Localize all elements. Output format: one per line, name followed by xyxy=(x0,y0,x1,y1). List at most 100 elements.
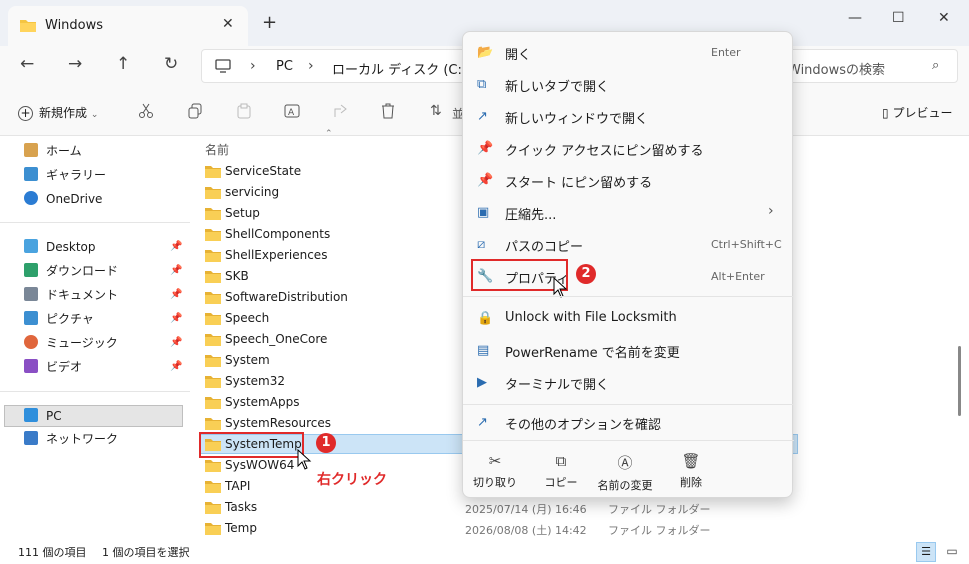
sidebar-item-pictures[interactable]: ピクチャ xyxy=(24,309,94,329)
step-badge-1: 1 xyxy=(316,433,336,453)
sidebar-item-music[interactable]: ミュージック xyxy=(24,333,118,353)
document-icon xyxy=(24,287,38,301)
file-row[interactable]: Speech_OneCore xyxy=(200,329,455,350)
close-window-button[interactable]: ✕ xyxy=(938,10,950,26)
paste-icon[interactable] xyxy=(236,103,252,122)
sidebar-item-onedrive[interactable]: OneDrive xyxy=(24,189,102,209)
delete-button[interactable]: 🗑 削除 xyxy=(659,450,723,494)
new-tab-button[interactable]: + xyxy=(262,12,277,33)
menu-item-file-locksmith[interactable]: 🔒 Unlock with File Locksmith xyxy=(463,302,794,334)
refresh-icon[interactable]: ↻ xyxy=(164,54,178,74)
sidebar-item-label: ネットワーク xyxy=(46,432,119,446)
file-name: servicing xyxy=(225,185,280,199)
file-row[interactable]: SoftwareDistribution xyxy=(200,287,455,308)
sidebar-item-home[interactable]: ホーム xyxy=(24,141,82,161)
copy-icon[interactable] xyxy=(187,103,203,122)
pin-icon: 📌 xyxy=(477,141,494,156)
menu-item-open-new-tab[interactable]: ⧉ 新しいタブで開く xyxy=(463,68,794,100)
menu-item-pin-quick-access[interactable]: 📌 クイック アクセスにピン留めする xyxy=(463,132,794,164)
pc-icon xyxy=(215,59,231,76)
rename-icon: Ⓐ xyxy=(617,454,633,472)
sidebar-item-gallery[interactable]: ギャラリー xyxy=(24,165,106,185)
file-row[interactable]: servicing xyxy=(200,182,455,203)
mouse-cursor-icon xyxy=(297,449,312,470)
file-row[interactable]: Tasks xyxy=(200,497,455,518)
sidebar-item-label: ダウンロード xyxy=(46,264,119,278)
file-row[interactable]: System xyxy=(200,350,455,371)
file-type: ファイル フォルダー xyxy=(608,503,711,516)
tab-windows[interactable]: Windows ✕ xyxy=(8,6,248,46)
file-row[interactable]: ShellComponents xyxy=(200,224,455,245)
sidebar-item-label: OneDrive xyxy=(46,192,103,206)
file-row[interactable]: Temp xyxy=(200,518,455,539)
menu-item-terminal[interactable]: ▶ ターミナルで開く xyxy=(463,366,794,398)
preview-button[interactable]: ▯ プレビュー xyxy=(882,104,952,121)
menu-item-powerrename[interactable]: ▤ PowerRename で名前を変更 xyxy=(463,334,794,366)
file-row[interactable]: SystemApps xyxy=(200,392,455,413)
file-row[interactable]: ShellExperiences xyxy=(200,245,455,266)
pin-icon[interactable]: 📌 xyxy=(170,361,182,372)
gallery-icon xyxy=(24,167,38,181)
menu-item-label: Unlock with File Locksmith xyxy=(505,310,677,325)
back-icon[interactable]: ← xyxy=(20,54,34,74)
file-row[interactable]: ServiceState xyxy=(200,161,455,182)
file-row[interactable]: System32 xyxy=(200,371,455,392)
rename-button[interactable]: Ⓐ 名前の変更 xyxy=(593,450,657,494)
cut-button[interactable]: ✂ 切り取り xyxy=(463,450,527,494)
scrollbar-thumb[interactable] xyxy=(958,346,961,416)
shortcut-key: Ctrl+Shift+C xyxy=(711,238,782,251)
maximize-button[interactable]: ☐ xyxy=(892,10,905,26)
sidebar-item-desktop[interactable]: Desktop xyxy=(24,237,96,257)
sidebar-item-documents[interactable]: ドキュメント xyxy=(24,285,118,305)
details-view-icon[interactable]: ☰ xyxy=(916,542,936,562)
menu-item-open-new-window[interactable]: ↗ 新しいウィンドウで開く xyxy=(463,100,794,132)
menu-item-pin-start[interactable]: 📌 スタート にピン留めする xyxy=(463,164,794,196)
breadcrumb-pc[interactable]: PC xyxy=(276,59,293,74)
cut-icon[interactable] xyxy=(138,103,154,122)
pin-icon[interactable]: 📌 xyxy=(170,337,182,348)
trash-icon: 🗑 xyxy=(681,452,701,470)
sidebar-item-network[interactable]: ネットワーク xyxy=(24,429,118,449)
breadcrumb-local-disk[interactable]: ローカル ディスク (C:) xyxy=(332,59,467,78)
new-button[interactable]: + 新規作成 ⌄ xyxy=(18,104,98,121)
context-menu: 📂 開く Enter ⧉ 新しいタブで開く ↗ 新しいウィンドウで開く 📌 クイック アクセスに… xyxy=(462,31,794,498)
new-label: 新規作成 xyxy=(39,106,88,120)
file-row[interactable]: SystemResources xyxy=(200,413,455,434)
search-box[interactable]: Windowsの検索 ⌕ xyxy=(781,49,958,83)
sidebar-item-downloads[interactable]: ダウンロード xyxy=(24,261,118,281)
rename-icon[interactable]: A xyxy=(284,103,300,122)
menu-item-label: ターミナルで開く xyxy=(505,378,610,393)
sidebar-item-pc[interactable]: PC xyxy=(24,406,62,426)
menu-item-copy-path[interactable]: ⧄ パスのコピー Ctrl+Shift+C xyxy=(463,228,794,260)
menu-item-more-options[interactable]: ↗ その他のオプションを確認 xyxy=(463,406,794,438)
right-click-label: 右クリック xyxy=(317,472,387,488)
pin-icon[interactable]: 📌 xyxy=(170,289,182,300)
tiles-view-icon[interactable]: ▭ xyxy=(942,542,962,562)
forward-icon[interactable]: → xyxy=(68,54,82,74)
highlight-box-systemtemp xyxy=(199,432,304,458)
file-row[interactable]: SKB xyxy=(200,266,455,287)
pin-icon[interactable]: 📌 xyxy=(170,313,182,324)
delete-icon[interactable] xyxy=(380,103,396,122)
minimize-button[interactable]: — xyxy=(848,10,862,26)
sort-icon[interactable]: ⇅ xyxy=(430,103,442,119)
search-icon[interactable]: ⌕ xyxy=(932,58,939,73)
file-row[interactable]: Setup xyxy=(200,203,455,224)
address-bar[interactable]: › PC › ローカル ディスク (C:) xyxy=(201,49,481,83)
sidebar-item-videos[interactable]: ビデオ xyxy=(24,357,82,377)
column-header-name[interactable]: 名前 xyxy=(205,141,229,158)
close-tab-icon[interactable]: ✕ xyxy=(222,16,234,32)
menu-item-open[interactable]: 📂 開く Enter xyxy=(463,36,794,68)
pin-icon[interactable]: 📌 xyxy=(170,265,182,276)
menu-separator xyxy=(463,404,794,405)
menu-item-compress[interactable]: ▣ 圧縮先... › xyxy=(463,196,794,228)
menu-item-label: パスのコピー xyxy=(505,240,584,255)
sidebar-item-label: ビデオ xyxy=(46,360,83,374)
share-icon[interactable] xyxy=(333,103,349,122)
pin-icon[interactable]: 📌 xyxy=(170,241,182,252)
copy-button[interactable]: ⧉ コピー xyxy=(529,450,593,494)
file-row[interactable]: Speech xyxy=(200,308,455,329)
svg-text:A: A xyxy=(288,108,295,118)
download-icon xyxy=(24,263,38,277)
up-icon[interactable]: ↑ xyxy=(116,54,130,74)
